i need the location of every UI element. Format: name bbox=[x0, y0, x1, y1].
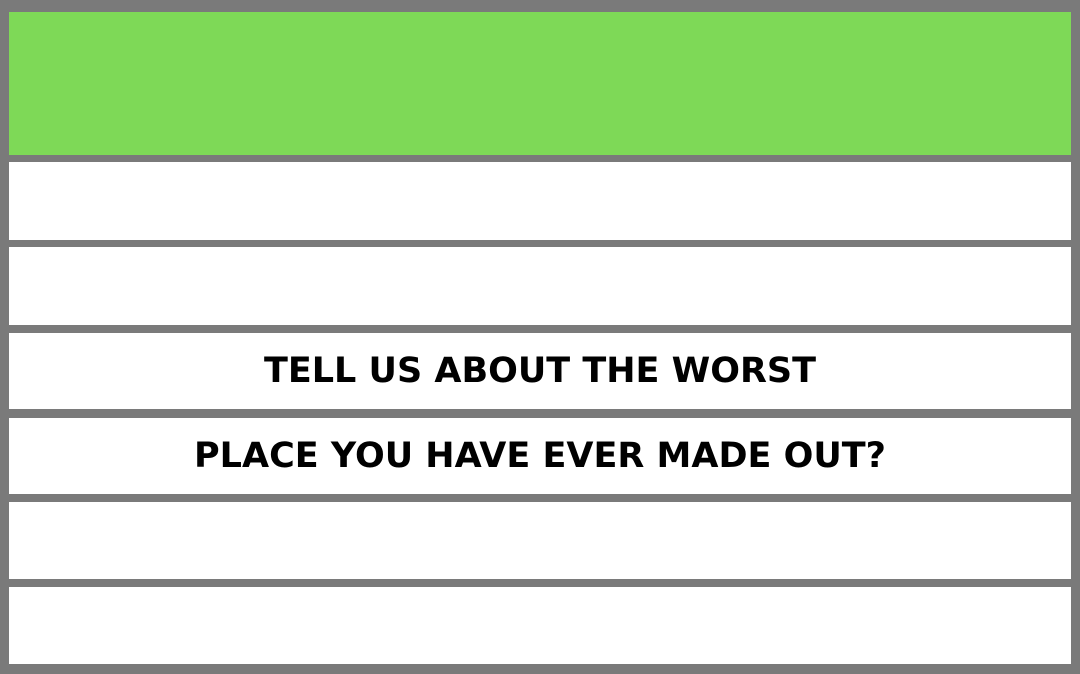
blank-row bbox=[9, 587, 1071, 664]
blank-row bbox=[9, 162, 1071, 240]
question-line-2: PLACE YOU HAVE EVER MADE OUT? bbox=[194, 435, 886, 476]
blank-row bbox=[9, 502, 1071, 579]
question-row-2: PLACE YOU HAVE EVER MADE OUT? bbox=[9, 418, 1071, 494]
question-line-1: TELL US ABOUT THE WORST bbox=[263, 350, 817, 391]
blank-row bbox=[9, 247, 1071, 325]
question-card: TELL US ABOUT THE WORST PLACE YOU HAVE E… bbox=[0, 0, 1080, 674]
question-row-1: TELL US ABOUT THE WORST bbox=[9, 333, 1071, 409]
green-header-band bbox=[9, 12, 1071, 155]
